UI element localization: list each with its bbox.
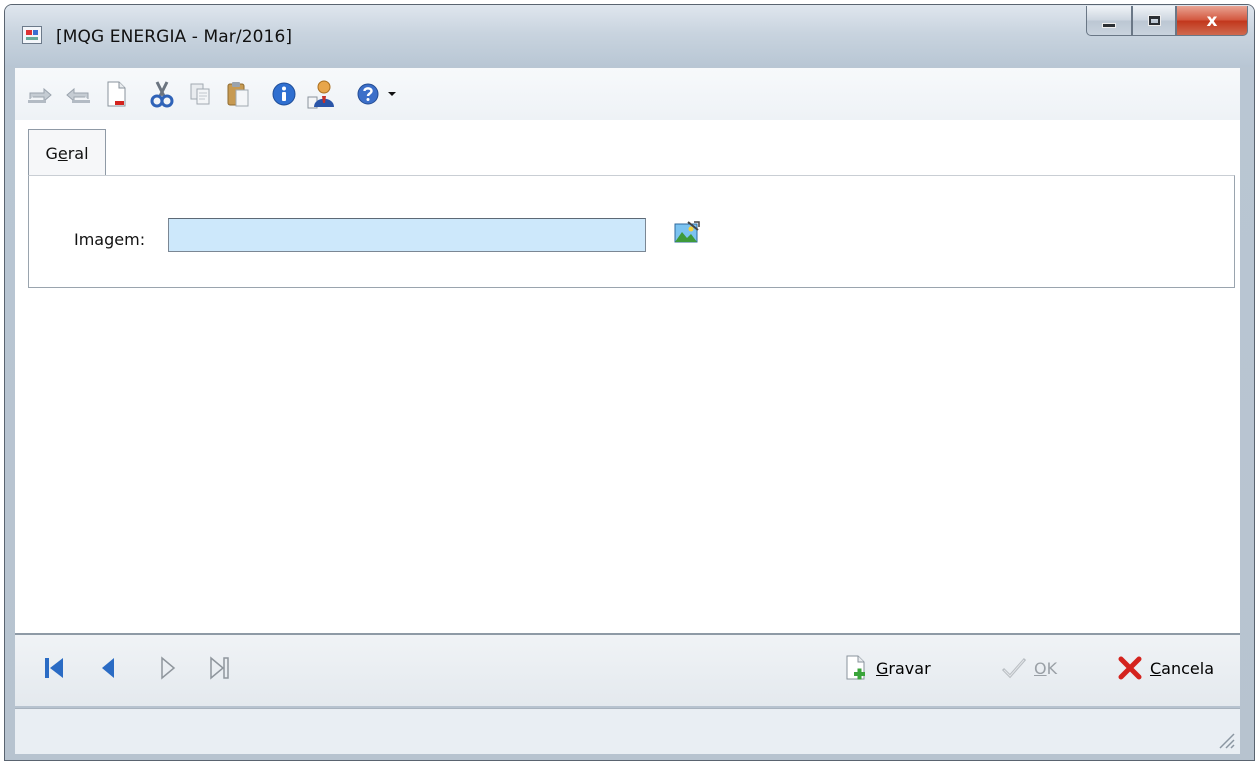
new-record-button[interactable] [101,79,131,109]
previous-record-icon [102,658,114,678]
tab-panel-geral: Imagem: [28,175,1235,288]
help-button[interactable] [353,79,383,109]
tab-label: Geral [45,143,89,163]
cut-icon [150,81,174,108]
new-document-icon [107,81,126,107]
tab-geral[interactable]: Geral [28,129,106,176]
title-bar[interactable]: [MQG ENERGIA - Mar/2016] x [5,5,1254,67]
navigation-bar: Gravar OK Cancela [15,635,1240,706]
user-icon [307,80,334,109]
last-record-button[interactable] [205,653,235,683]
redo-icon [66,87,90,103]
copy-icon [190,83,210,105]
cancel-label: Cancela [1150,658,1215,678]
undo-icon [28,87,52,103]
paste-button[interactable] [223,79,253,109]
ok-label: OK [1034,658,1058,678]
select-image-button[interactable] [674,220,700,244]
ok-button[interactable]: OK [1000,651,1057,685]
previous-record-button[interactable] [93,653,123,683]
maximize-button[interactable] [1132,6,1176,36]
next-record-button[interactable] [153,653,183,683]
save-button[interactable]: Gravar [842,651,931,685]
close-icon: x [1206,10,1218,31]
window-title: [MQG ENERGIA - Mar/2016] [56,27,293,47]
image-label: Imagem: [74,230,146,249]
app-icon[interactable] [22,26,42,44]
save-icon [842,654,870,682]
minimize-button[interactable] [1086,6,1132,36]
close-button[interactable]: x [1176,6,1248,36]
image-picker-icon [674,221,700,243]
help-dropdown-button[interactable] [385,79,399,109]
form-client-area: Geral Imagem: [15,120,1240,633]
minimize-icon [1102,23,1116,28]
toolbar [15,68,1240,120]
undo-button[interactable] [25,79,55,109]
user-button[interactable] [307,79,337,109]
image-input[interactable] [168,218,646,252]
maximize-icon [1147,15,1161,26]
checkmark-icon [1000,654,1028,682]
info-icon [272,82,296,106]
copy-button[interactable] [185,79,215,109]
info-button[interactable] [269,79,299,109]
save-label: Gravar [876,658,931,678]
help-icon [357,83,379,105]
last-record-icon [210,656,229,680]
cut-button[interactable] [147,79,177,109]
next-record-icon [161,656,176,680]
first-record-icon [45,658,63,678]
first-record-button[interactable] [39,653,69,683]
cancel-x-icon [1116,654,1144,682]
redo-button[interactable] [63,79,93,109]
cancel-button[interactable]: Cancela [1116,651,1214,685]
status-bar [15,708,1240,754]
resize-grip-icon[interactable] [1214,728,1236,750]
window-controls: x [1086,6,1248,36]
paste-icon [227,82,249,107]
dropdown-arrow-icon [388,92,396,96]
